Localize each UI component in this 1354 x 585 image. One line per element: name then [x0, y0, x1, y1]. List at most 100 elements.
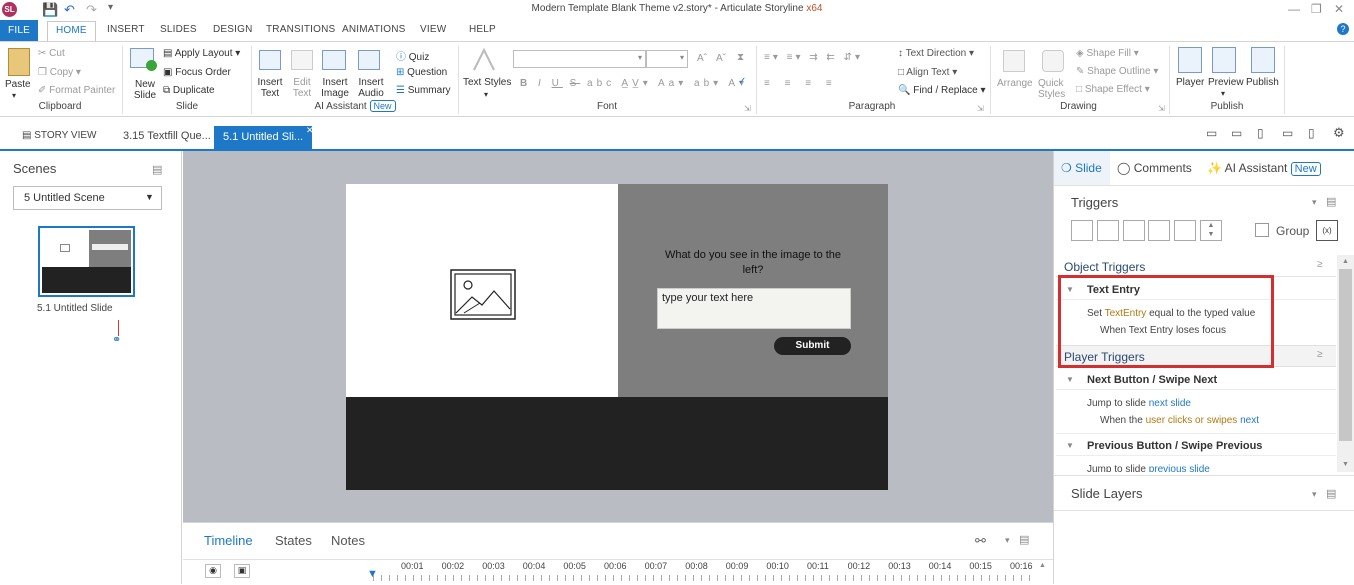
phone-portrait-icon[interactable]: ▯: [1308, 126, 1315, 140]
publish-button[interactable]: Publish: [1246, 77, 1279, 88]
expand-arrow-icon[interactable]: ▼: [1066, 441, 1074, 450]
new-slide-button[interactable]: New Slide: [130, 79, 160, 101]
scrollbar-thumb[interactable]: [1339, 269, 1352, 441]
find-replace-button[interactable]: 🔍 Find / Replace ▾: [898, 85, 986, 96]
insert-image-button[interactable]: Insert Image: [318, 77, 352, 99]
font-size-combo[interactable]: ▾: [646, 50, 688, 68]
publish-icon[interactable]: [1251, 47, 1275, 73]
tab-untitled-slide[interactable]: 5.1 Untitled Sli...: [214, 126, 313, 151]
tab-help[interactable]: HELP: [469, 24, 496, 35]
copy-button[interactable]: ❐ Copy ▾: [38, 67, 81, 78]
paste-dropdown-icon[interactable]: ▾: [12, 91, 16, 100]
edit-text-button[interactable]: Edit Text: [288, 77, 316, 99]
scene-dropdown[interactable]: 5 Untitled Scene ▼: [13, 186, 162, 210]
slide-thumbnail[interactable]: [38, 226, 135, 297]
new-trigger-icon[interactable]: [1071, 220, 1093, 241]
list-indent-buttons[interactable]: ≡▾ ≡▾ ⇉ ⇇ ⇵▾: [764, 52, 863, 63]
scroll-up-icon[interactable]: ▲: [1039, 562, 1046, 569]
prev-trigger-action[interactable]: Jump to slide previous slide: [1087, 464, 1210, 472]
text-direction-button[interactable]: ↕ Text Direction ▾: [898, 48, 974, 59]
prev-trigger-title[interactable]: Previous Button / Swipe Previous: [1087, 440, 1262, 452]
player-icon[interactable]: [1178, 47, 1202, 73]
shape-fill-button[interactable]: ◈ Shape Fill ▾: [1076, 48, 1139, 59]
paragraph-dialog-launcher-icon[interactable]: ⇲: [977, 104, 984, 113]
expand-arrow-icon[interactable]: ▼: [1066, 375, 1074, 384]
paste-button[interactable]: Paste: [5, 79, 31, 90]
tab-states[interactable]: States: [275, 533, 312, 548]
insert-text-button[interactable]: Insert Text: [254, 77, 286, 99]
scroll-down-icon[interactable]: ▼: [1342, 461, 1349, 468]
tab-slides[interactable]: SLIDES: [160, 24, 197, 35]
slide-layers-menu-icon[interactable]: ▾: [1312, 489, 1317, 500]
quick-styles-icon[interactable]: [1042, 50, 1064, 72]
triggers-menu-icon[interactable]: ▾: [1312, 197, 1317, 208]
preview-icon[interactable]: [1212, 47, 1236, 73]
clear-format-icon[interactable]: ⧗: [737, 52, 744, 63]
alignment-buttons[interactable]: ≡ ≡ ≡ ≡: [764, 78, 838, 89]
shape-outline-button[interactable]: ✎ Shape Outline ▾: [1076, 66, 1158, 77]
next-trigger-title[interactable]: Next Button / Swipe Next: [1087, 374, 1217, 386]
collapse-icon[interactable]: ≥: [1317, 259, 1323, 270]
quick-styles-button[interactable]: Quick Styles: [1038, 78, 1070, 100]
insert-audio-icon[interactable]: [358, 50, 380, 70]
insert-audio-button[interactable]: Insert Audio: [354, 77, 388, 99]
font-dialog-launcher-icon[interactable]: ⇲: [744, 104, 751, 113]
apply-layout-button[interactable]: ▤ Apply Layout ▾: [163, 48, 240, 59]
preview-button[interactable]: Preview: [1208, 77, 1244, 88]
close-window-icon[interactable]: ✕: [1334, 2, 1344, 16]
close-tab-icon[interactable]: ✕: [306, 125, 314, 136]
text-styles-icon[interactable]: [470, 46, 498, 74]
font-family-combo[interactable]: ▾: [513, 50, 646, 68]
move-trigger-icon[interactable]: ▲ ▼: [1200, 220, 1222, 241]
tab-view[interactable]: VIEW: [420, 24, 446, 35]
timeline-menu-icon[interactable]: ▾: [1005, 535, 1010, 546]
tab-animations[interactable]: ANIMATIONS: [342, 24, 405, 35]
text-styles-dropdown-icon[interactable]: ▾: [484, 90, 488, 99]
group-checkbox[interactable]: [1255, 223, 1269, 237]
tab-timeline[interactable]: Timeline: [204, 533, 253, 548]
variables-icon[interactable]: (x): [1316, 220, 1338, 241]
next-trigger-action[interactable]: Jump to slide next slide: [1087, 398, 1191, 409]
text-styles-button[interactable]: Text Styles: [463, 77, 511, 88]
player-button[interactable]: Player: [1176, 77, 1204, 88]
tab-textfill-question[interactable]: 3.15 Textfill Que...: [123, 130, 211, 142]
scroll-up-icon[interactable]: ▲: [1342, 258, 1349, 265]
collapse-icon[interactable]: ≥: [1317, 349, 1323, 360]
format-painter-button[interactable]: ✐ Format Painter: [38, 85, 115, 96]
tab-home[interactable]: HOME: [47, 21, 96, 41]
tab-transitions[interactable]: TRANSITIONS: [266, 24, 335, 35]
text-entry-field[interactable]: type your text here: [657, 288, 851, 329]
desktop-preview-icon[interactable]: ▭: [1206, 126, 1217, 140]
link-icon[interactable]: ⚭: [112, 333, 121, 346]
prev-target-link[interactable]: previous slide: [1149, 464, 1210, 472]
tablet-landscape-icon[interactable]: ▭: [1231, 126, 1242, 140]
help-icon[interactable]: ?: [1337, 23, 1349, 35]
timeline-pin-icon[interactable]: ⚯: [975, 533, 986, 549]
focus-order-button[interactable]: ▣ Focus Order: [163, 67, 231, 78]
paste-icon[interactable]: [8, 48, 30, 76]
grow-font-icon[interactable]: Aˆ: [697, 53, 707, 64]
duplicate-button[interactable]: ⧉ Duplicate: [163, 85, 215, 96]
tab-slide[interactable]: ❍ Slide: [1061, 161, 1102, 175]
drawing-dialog-launcher-icon[interactable]: ⇲: [1158, 104, 1165, 113]
tablet-portrait-icon[interactable]: ▯: [1257, 126, 1264, 140]
quiz-button[interactable]: ⓘ Quiz: [396, 48, 429, 63]
delete-trigger-icon[interactable]: [1174, 220, 1196, 241]
font-format-buttons[interactable]: B I U S abc A̲V̲▾ Aa▾ ab▾ A▾: [520, 78, 748, 89]
next-target-link[interactable]: next slide: [1149, 398, 1191, 409]
tab-notes[interactable]: Notes: [331, 533, 365, 548]
panel-undock-icon[interactable]: ▤: [152, 163, 162, 176]
copy-trigger-icon[interactable]: [1123, 220, 1145, 241]
edit-text-icon[interactable]: [291, 50, 313, 70]
tab-file[interactable]: FILE: [0, 20, 38, 41]
question-button[interactable]: ⊞ Question: [396, 67, 447, 78]
next-when-b[interactable]: user clicks or swipes: [1146, 415, 1238, 426]
align-text-button[interactable]: □ Align Text ▾: [898, 67, 957, 78]
edit-trigger-icon[interactable]: [1097, 220, 1119, 241]
image-placeholder-icon[interactable]: [450, 269, 516, 320]
spellcheck-icon[interactable]: ✓: [738, 76, 746, 87]
eye-icon[interactable]: ◉: [205, 564, 221, 578]
trigger-scrollbar[interactable]: ▲ ▼: [1337, 255, 1354, 472]
tab-story-view[interactable]: ▤ STORY VIEW: [22, 130, 96, 141]
tab-ai-assistant[interactable]: ✨ AI Assistant New: [1207, 161, 1321, 176]
